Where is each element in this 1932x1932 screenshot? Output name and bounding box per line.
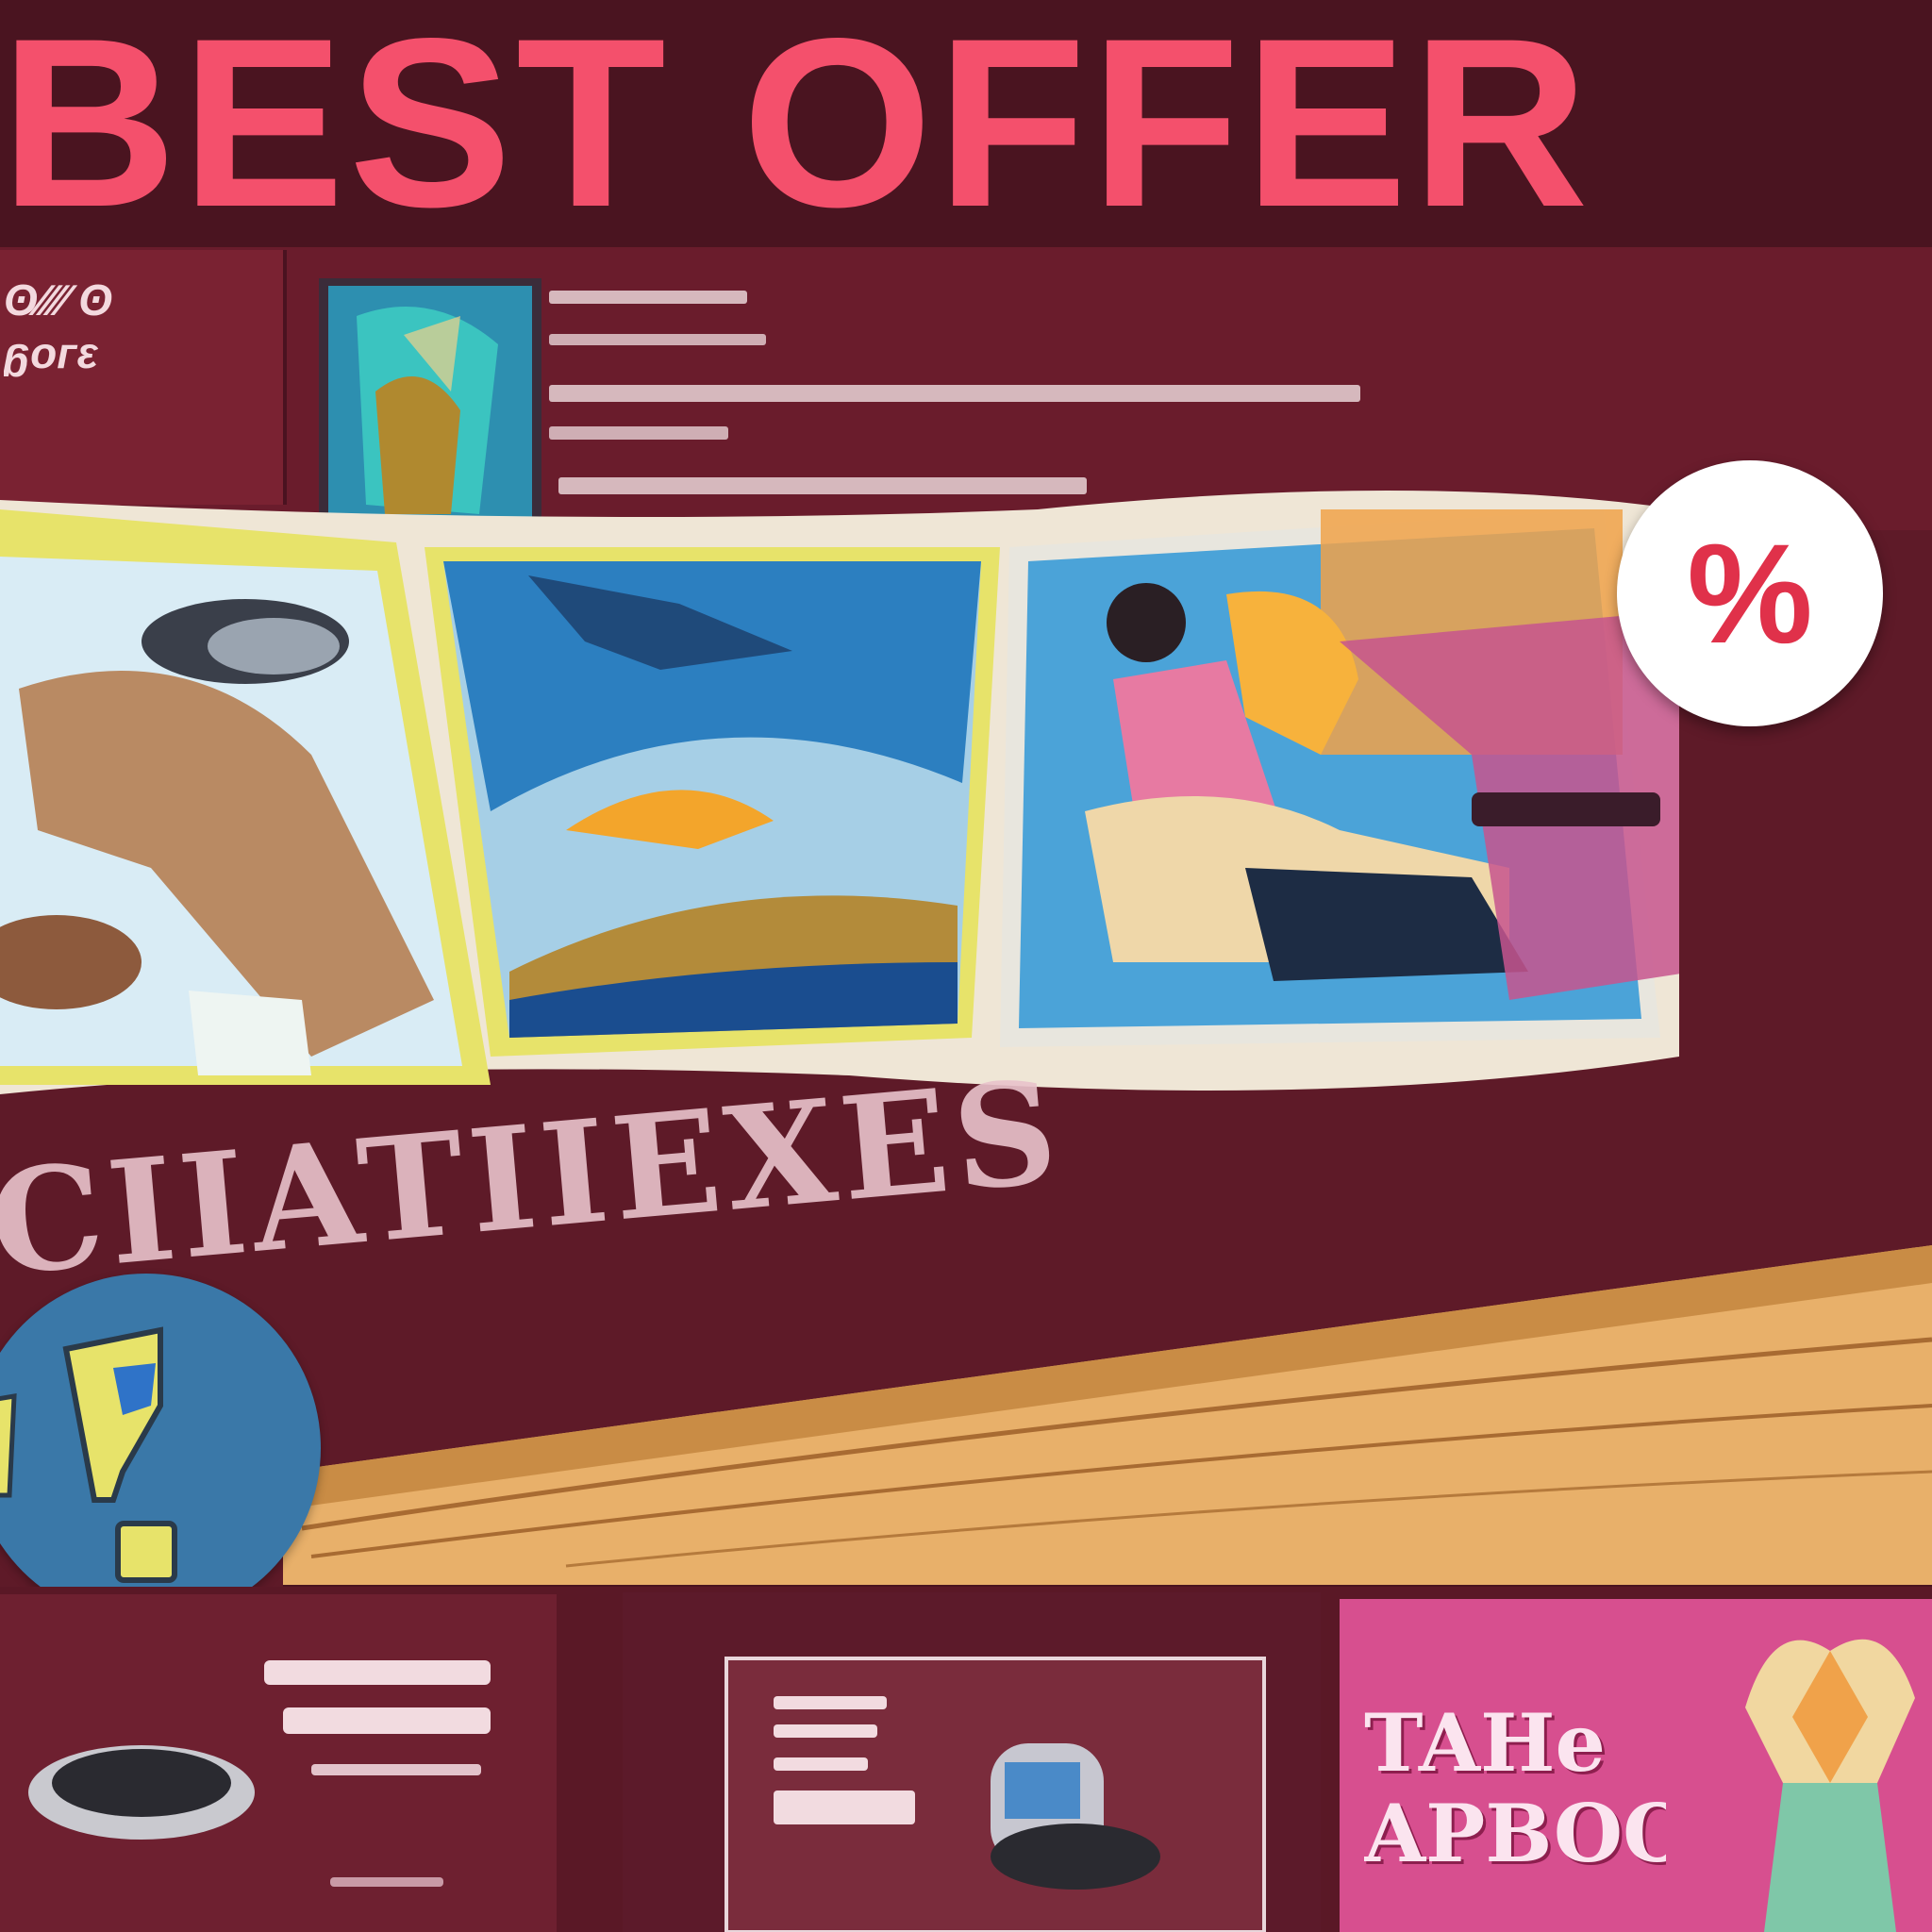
- discount-badge[interactable]: %: [1617, 460, 1883, 726]
- corner-badge-text: ʘ∕∕∕∕ ʘ ᵷᴏᴦɛ: [4, 275, 113, 377]
- trophy-figure: [1745, 1639, 1915, 1932]
- bottom-card-2-art: [724, 1657, 1266, 1932]
- exclamation-icon: [0, 1326, 177, 1583]
- pink-sign-text: TAHe APBOO: [1364, 1698, 1666, 1880]
- photo-panel-2[interactable]: [425, 547, 1000, 1057]
- photo-panel-3[interactable]: [1000, 509, 1679, 1047]
- percent-icon: %: [1687, 514, 1813, 673]
- bottom-card-1-art: [28, 1660, 491, 1887]
- best-offer-headline: BEST OFFER: [0, 0, 1593, 247]
